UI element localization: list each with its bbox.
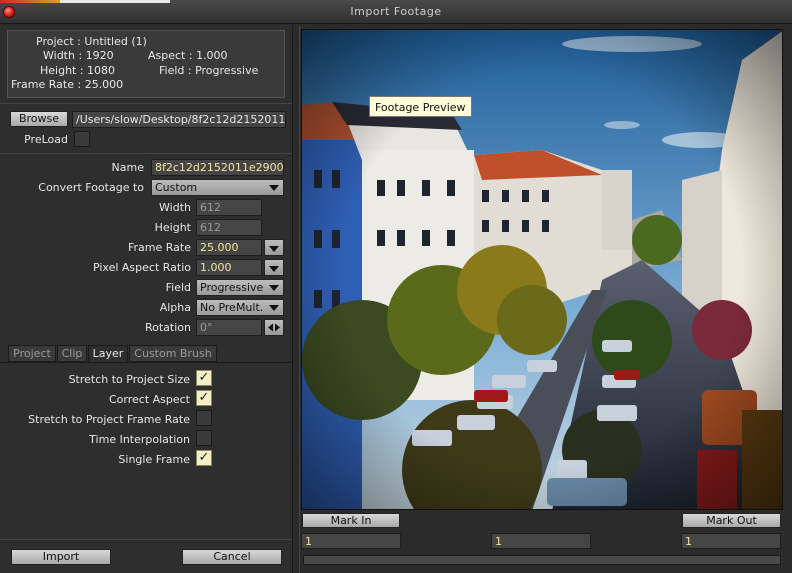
separator — [0, 153, 292, 154]
time-interpolation-label: Time Interpolation — [89, 433, 190, 446]
pixel-aspect-label: Pixel Aspect Ratio — [92, 261, 191, 274]
tab-clip[interactable]: Clip — [57, 345, 87, 362]
frame-rate-dropdown-button[interactable] — [264, 239, 284, 256]
stretch-to-project-size-checkbox[interactable]: ✓ — [196, 370, 212, 386]
name-field[interactable]: 8f2c12d2152011e2900 — [151, 159, 284, 176]
rotation-label: Rotation — [144, 321, 191, 334]
mark-in-field[interactable]: 1 — [301, 533, 401, 549]
file-path-field[interactable]: /Users/slow/Desktop/8f2c12d2152011 — [72, 111, 286, 128]
current-frame-field[interactable]: 1 — [491, 533, 591, 549]
width-field[interactable]: 612 — [196, 199, 262, 216]
separator — [0, 103, 292, 104]
convert-footage-label: Convert Footage to — [38, 181, 144, 194]
chevron-down-icon — [269, 266, 279, 272]
tab-project[interactable]: Project — [8, 345, 56, 362]
dock-strip-light — [60, 0, 170, 3]
chevron-down-icon — [269, 246, 279, 252]
stretch-to-frame-rate-checkbox[interactable] — [196, 410, 212, 426]
panel-splitter[interactable] — [292, 25, 300, 573]
tab-custom-brush[interactable]: Custom Brush — [129, 345, 217, 362]
dock-strip — [0, 0, 60, 3]
rotation-stepper[interactable] — [264, 319, 284, 336]
convert-footage-value: Custom — [155, 181, 198, 194]
field-label: Field — [165, 281, 191, 294]
preload-checkbox[interactable] — [74, 131, 90, 147]
mark-out-button[interactable]: Mark Out — [682, 513, 781, 528]
project-frame-rate-info: Frame Rate : 25.000 — [11, 78, 124, 91]
correct-aspect-checkbox[interactable]: ✓ — [196, 390, 212, 406]
project-height-info: Height : 1080 — [40, 64, 116, 77]
preload-label: PreLoad — [24, 133, 68, 146]
alpha-dropdown[interactable]: No PreMult. — [196, 299, 284, 316]
tab-layer[interactable]: Layer — [88, 345, 128, 362]
separator — [0, 539, 292, 540]
height-field[interactable]: 612 — [196, 219, 262, 236]
rotation-field[interactable]: 0° — [196, 319, 262, 336]
frame-rate-label: Frame Rate — [128, 241, 191, 254]
tab-baseline — [0, 362, 292, 363]
mark-in-button[interactable]: Mark In — [302, 513, 400, 528]
chevron-down-icon — [269, 185, 279, 191]
convert-footage-dropdown[interactable]: Custom — [151, 179, 284, 196]
time-interpolation-checkbox[interactable] — [196, 430, 212, 446]
single-frame-checkbox[interactable]: ✓ — [196, 450, 212, 466]
pixel-aspect-dropdown-button[interactable] — [264, 259, 284, 276]
project-name-info: Project : Untitled (1) — [36, 35, 147, 48]
footage-preview-tooltip: Footage Preview — [369, 96, 472, 117]
cancel-button[interactable]: Cancel — [182, 549, 282, 565]
width-label: Width — [159, 201, 191, 214]
chevron-down-icon — [269, 305, 279, 311]
project-info-box: Project : Untitled (1) Width : 1920 Aspe… — [7, 30, 285, 98]
import-button[interactable]: Import — [11, 549, 111, 565]
alpha-label: Alpha — [159, 301, 191, 314]
window-title: Import Footage — [350, 5, 442, 18]
correct-aspect-label: Correct Aspect — [108, 393, 190, 406]
chevron-down-icon — [269, 285, 279, 291]
timeline-scrubber[interactable] — [303, 555, 781, 565]
height-label: Height — [154, 221, 191, 234]
stretch-to-frame-rate-label: Stretch to Project Frame Rate — [28, 413, 190, 426]
project-field-info: Field : Progressive — [159, 64, 259, 77]
alpha-value: No PreMult. — [200, 301, 264, 314]
single-frame-label: Single Frame — [118, 453, 190, 466]
mark-out-field[interactable]: 1 — [681, 533, 781, 549]
pixel-aspect-field[interactable]: 1.000 — [196, 259, 262, 276]
left-right-arrows-icon — [268, 323, 280, 332]
frame-rate-field[interactable]: 25.000 — [196, 239, 262, 256]
browse-button[interactable]: Browse — [10, 111, 68, 127]
stretch-to-project-size-label: Stretch to Project Size — [68, 373, 190, 386]
field-value: Progressive — [200, 281, 264, 294]
name-label: Name — [111, 161, 144, 174]
project-aspect-info: Aspect : 1.000 — [148, 49, 228, 62]
field-dropdown[interactable]: Progressive — [196, 279, 284, 296]
project-width-info: Width : 1920 — [43, 49, 114, 62]
